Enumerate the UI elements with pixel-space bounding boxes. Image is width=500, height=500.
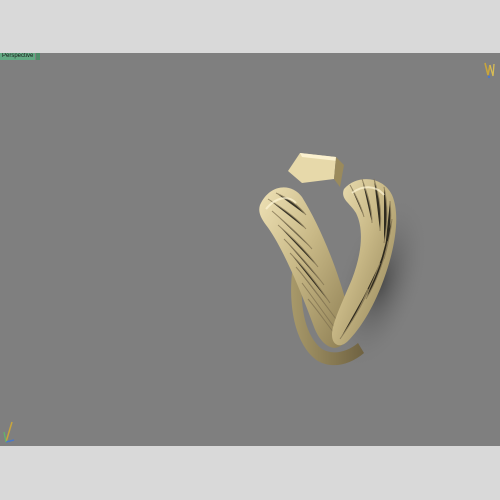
app-frame: Perspective bbox=[0, 0, 500, 500]
viewport-label-dropdown[interactable] bbox=[36, 53, 40, 60]
ring-model bbox=[259, 153, 429, 370]
viewport-label[interactable]: Perspective bbox=[0, 53, 36, 60]
axis-gizmo-icon bbox=[3, 421, 15, 443]
3d-viewport[interactable]: Perspective bbox=[0, 53, 500, 446]
view-cube-icon[interactable] bbox=[482, 61, 496, 79]
